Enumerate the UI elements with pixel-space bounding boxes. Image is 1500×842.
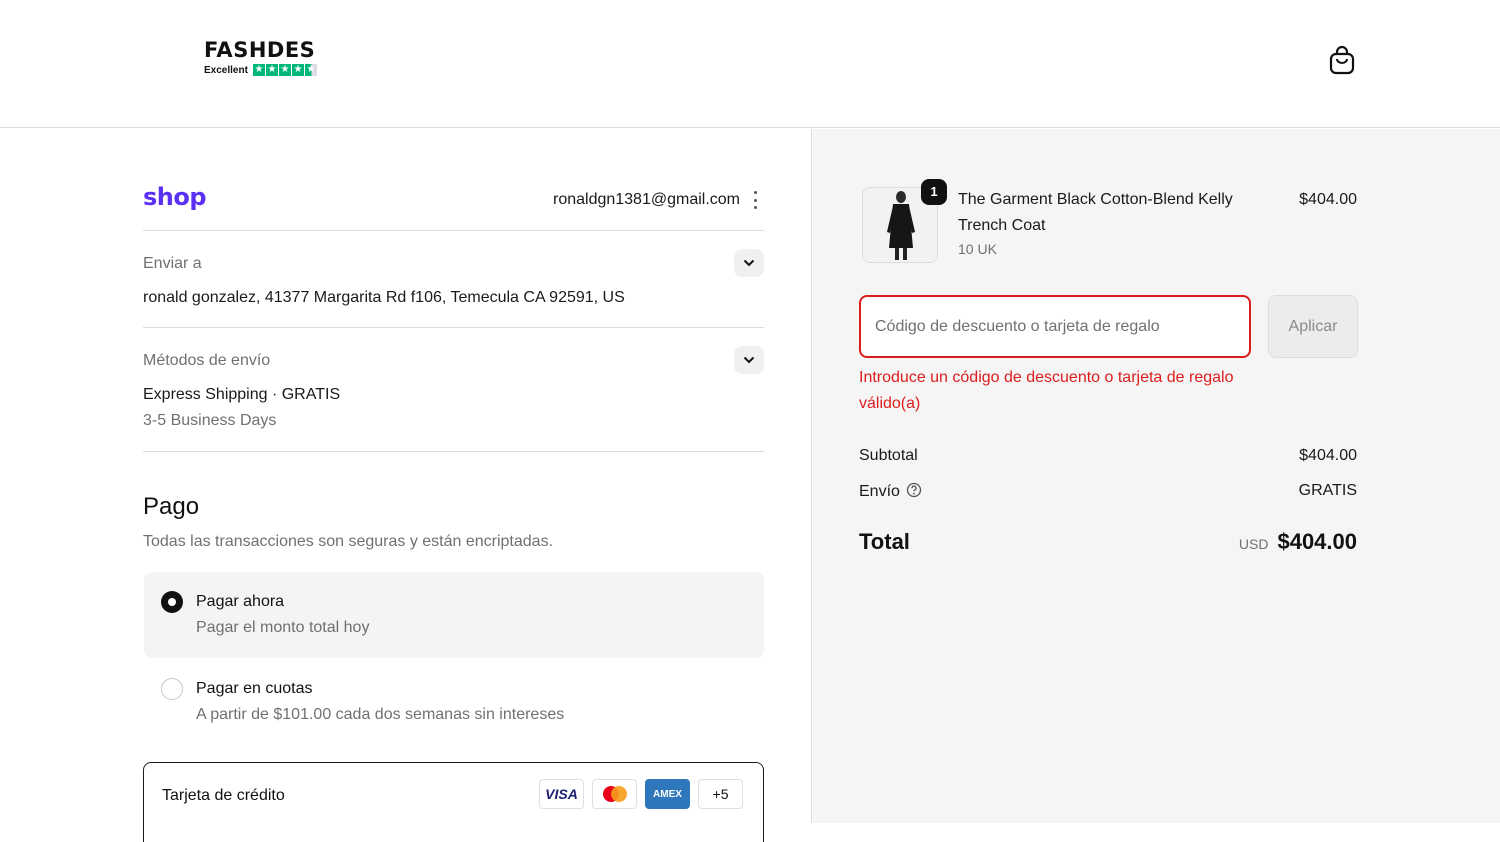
installments-title[interactable]: Pagar en cuotas bbox=[196, 680, 313, 698]
payment-subtitle: Todas las transacciones son seguras y es… bbox=[143, 533, 554, 550]
pay-now-subtitle: Pagar el monto total hoy bbox=[196, 619, 370, 636]
credit-card-label: Tarjeta de crédito bbox=[162, 787, 285, 804]
site-header: FASHDES Excellent ★ ★ ★ ★ ★ bbox=[0, 0, 1500, 128]
store-logo[interactable]: FASHDES Excellent ★ ★ ★ ★ ★ bbox=[204, 38, 317, 76]
installments-radio[interactable] bbox=[161, 678, 183, 700]
quantity-badge: 1 bbox=[921, 179, 947, 205]
payment-heading: Pago bbox=[143, 493, 200, 520]
shipping-method-price: GRATIS bbox=[281, 386, 341, 403]
shipping-method-eta: 3-5 Business Days bbox=[143, 412, 277, 429]
apply-discount-button[interactable]: Aplicar bbox=[1268, 295, 1358, 358]
trustpilot-rating: Excellent ★ ★ ★ ★ ★ bbox=[204, 64, 317, 76]
star-icon: ★ bbox=[252, 64, 265, 76]
total-amount: USD $404.00 bbox=[1239, 529, 1357, 555]
product-variant: 10 UK bbox=[958, 241, 997, 257]
pay-now-title: Pagar ahora bbox=[196, 593, 285, 610]
discount-code-input[interactable] bbox=[859, 295, 1251, 358]
amex-logo: AMEX bbox=[645, 779, 690, 809]
shopping-bag-icon[interactable] bbox=[1328, 44, 1356, 76]
help-icon[interactable] bbox=[906, 482, 922, 503]
brand-name: FASHDES bbox=[204, 38, 316, 62]
more-cards-badge: +5 bbox=[698, 779, 743, 809]
shipping-method-label: Métodos de envío bbox=[143, 352, 271, 369]
divider bbox=[143, 327, 764, 328]
installments-subtitle: A partir de $101.00 cada dos semanas sin… bbox=[196, 706, 565, 723]
visa-logo: VISA bbox=[539, 779, 584, 809]
shop-pay-logo: shop bbox=[143, 183, 207, 211]
subtotal-value: $404.00 bbox=[1299, 447, 1357, 464]
divider bbox=[143, 451, 764, 452]
chevron-down-icon bbox=[743, 259, 755, 267]
star-icon: ★ bbox=[291, 64, 304, 76]
credit-card-option[interactable]: Tarjeta de crédito VISA AMEX +5 bbox=[143, 762, 764, 842]
currency-code: USD bbox=[1238, 536, 1269, 552]
ship-to-address: ronald gonzalez, 41377 Margarita Rd f106… bbox=[143, 289, 625, 306]
mastercard-logo bbox=[592, 779, 637, 809]
rating-stars: ★ ★ ★ ★ ★ bbox=[252, 64, 317, 76]
rating-label: Excellent bbox=[204, 64, 248, 76]
checkout-form: shop ronaldgn1381@gmail.com Enviar a ron… bbox=[0, 129, 811, 842]
order-summary: 1 The Garment Black Cotton-Blend Kelly T… bbox=[811, 129, 1500, 823]
discount-error-message: Introduce un código de descuento o tarje… bbox=[859, 369, 1234, 412]
pay-now-option[interactable] bbox=[144, 572, 764, 658]
shipping-label: Envío bbox=[859, 483, 900, 500]
pay-now-radio[interactable] bbox=[161, 591, 183, 613]
chevron-down-icon bbox=[743, 356, 755, 364]
shipping-method-value: Express Shipping · GRATIS bbox=[143, 386, 340, 404]
product-price: $404.00 bbox=[1299, 191, 1357, 208]
more-options-icon[interactable] bbox=[751, 191, 759, 209]
star-icon: ★ bbox=[278, 64, 291, 76]
half-star-icon: ★ bbox=[304, 64, 317, 76]
shipping-method-expand-button[interactable] bbox=[734, 346, 764, 374]
subtotal-label: Subtotal bbox=[859, 447, 918, 464]
product-name: The Garment Black Cotton-Blend Kelly Tre… bbox=[958, 191, 1233, 234]
divider bbox=[143, 230, 764, 231]
card-brand-logos: VISA AMEX +5 bbox=[539, 779, 743, 809]
ship-to-label: Enviar a bbox=[143, 255, 202, 272]
shipping-row: Envío bbox=[859, 482, 922, 503]
ship-to-expand-button[interactable] bbox=[734, 249, 764, 277]
shipping-method-name: Express Shipping · bbox=[143, 386, 282, 403]
total-value: $404.00 bbox=[1277, 529, 1357, 554]
total-label: Total bbox=[859, 529, 910, 554]
shipping-value: GRATIS bbox=[1298, 482, 1357, 499]
account-email: ronaldgn1381@gmail.com bbox=[552, 191, 740, 208]
star-icon: ★ bbox=[265, 64, 278, 76]
